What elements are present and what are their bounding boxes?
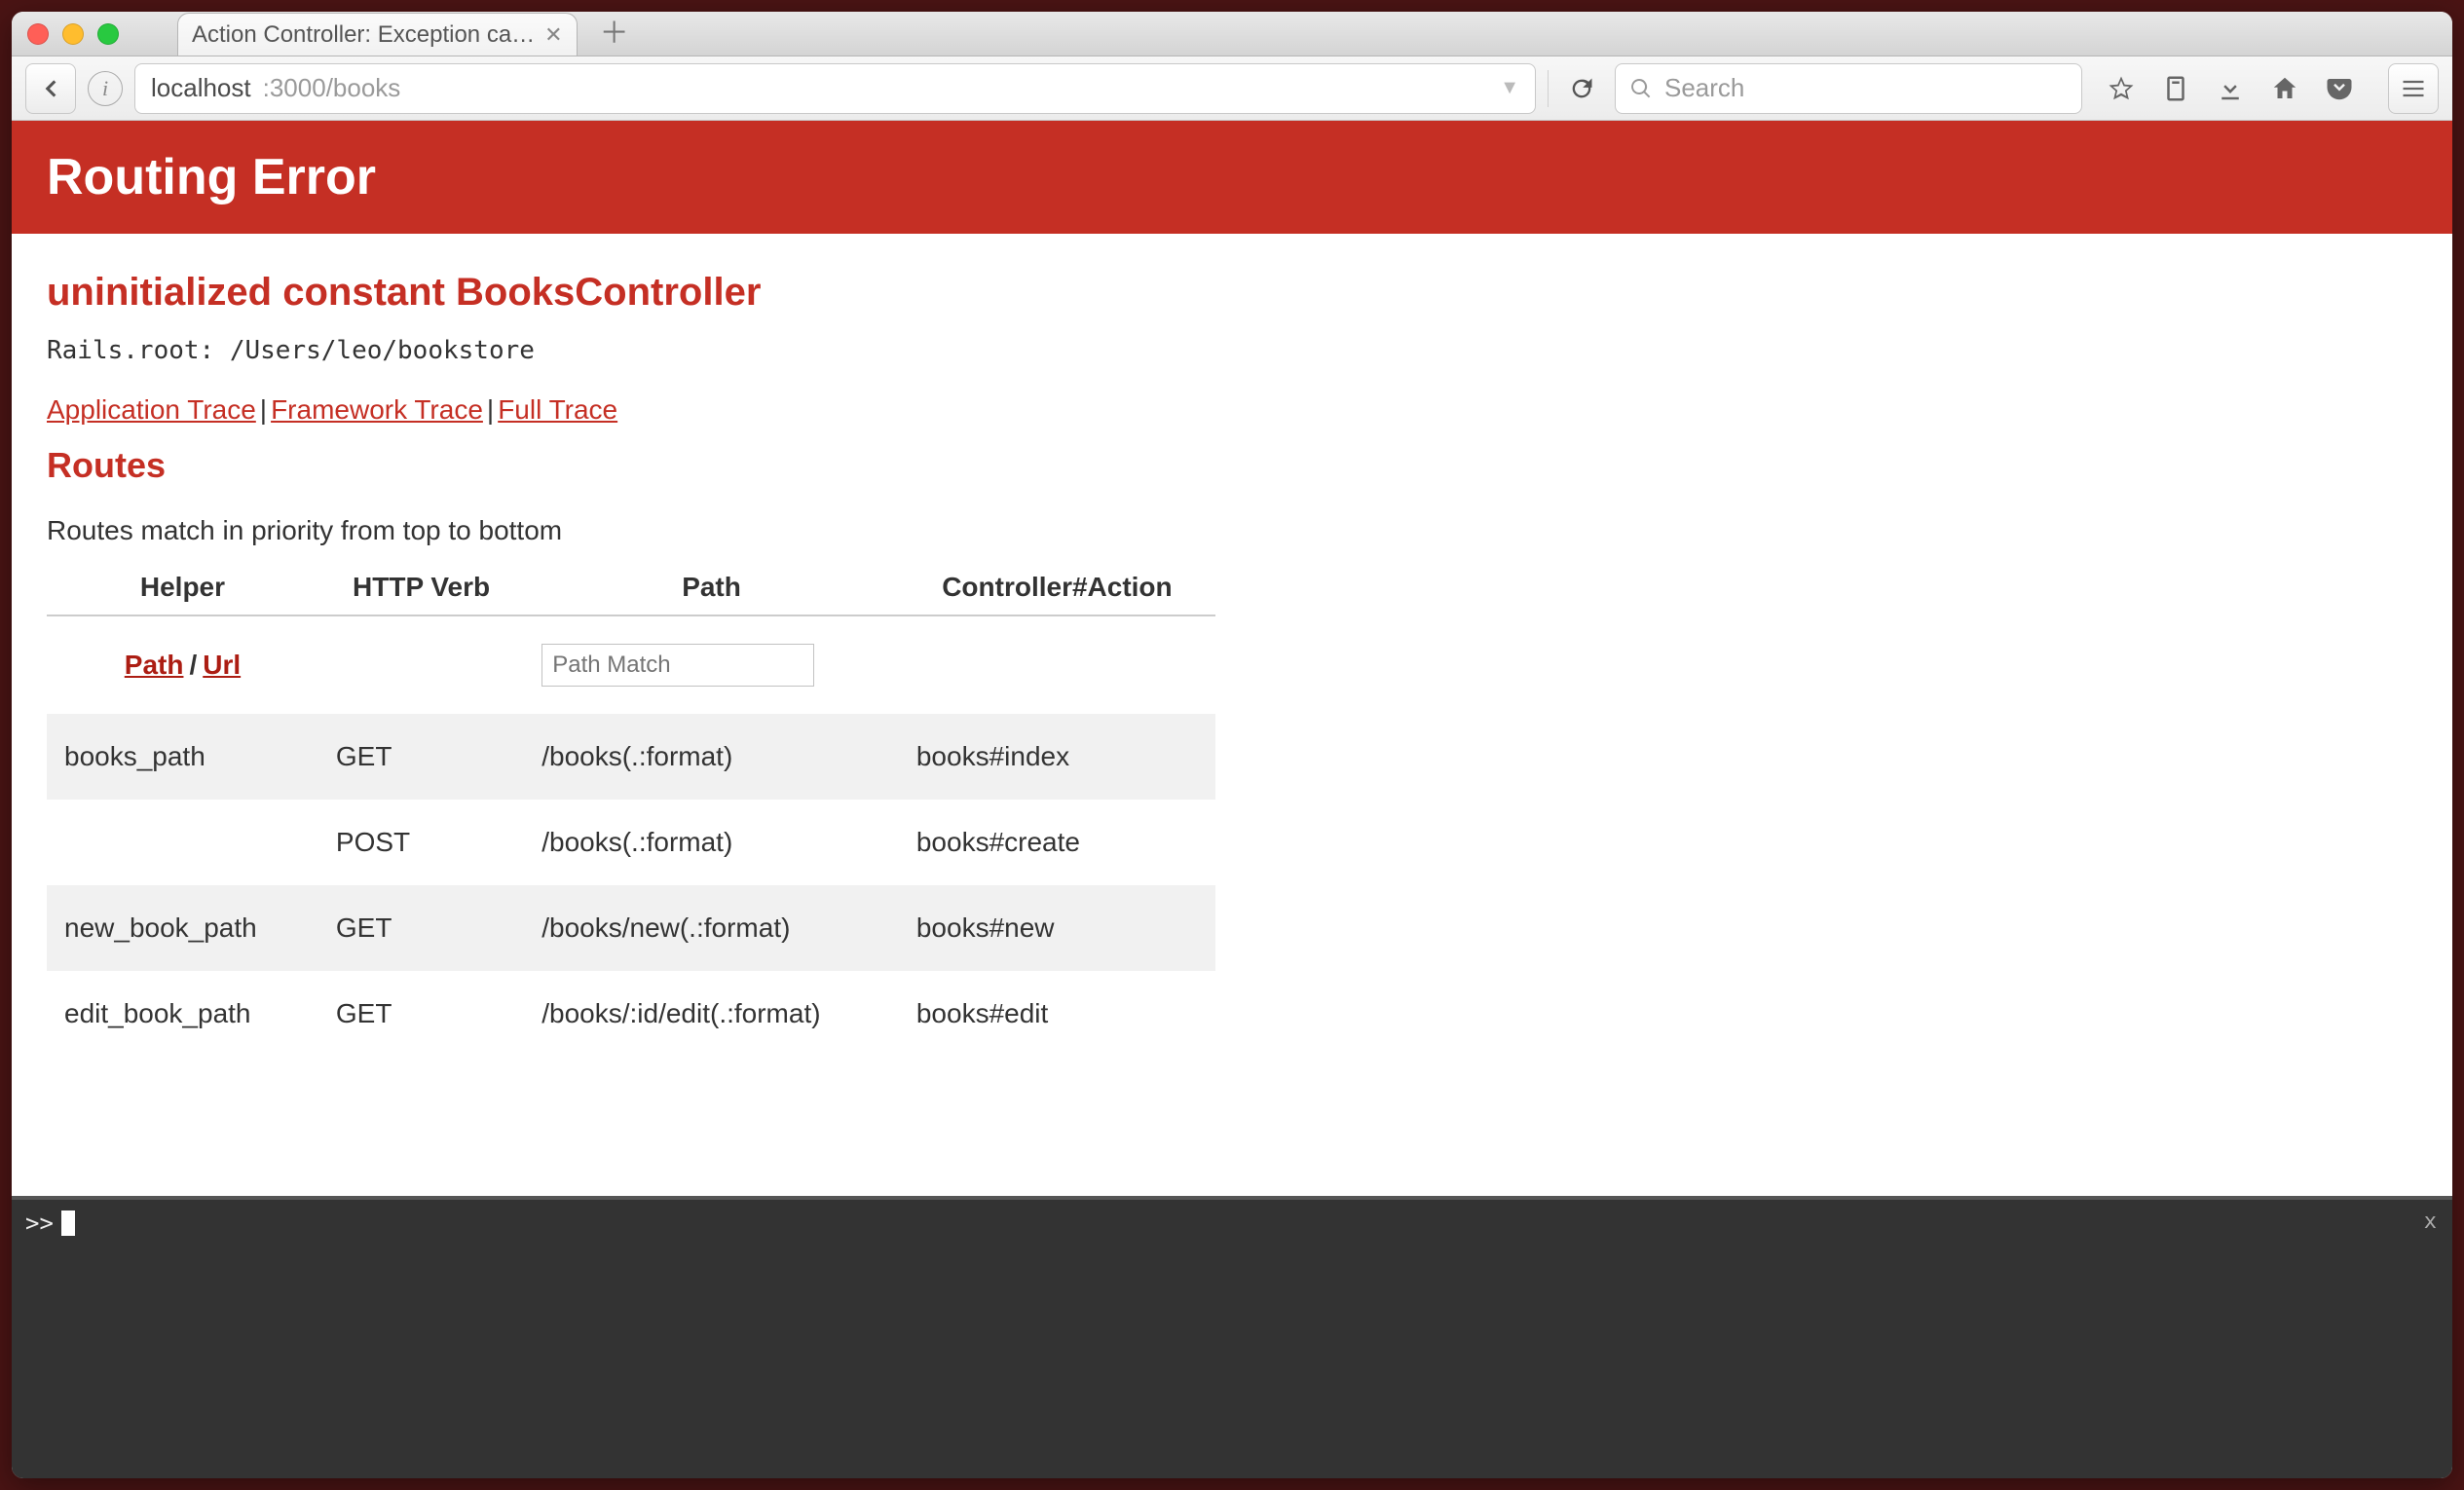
bookmark-star-icon[interactable] [2104,71,2139,106]
table-row: edit_book_path GET /books/:id/edit(.:for… [47,971,1215,1057]
verb-cell: GET [318,714,524,800]
trace-links: Application Trace|Framework Trace|Full T… [47,394,2417,426]
action-cell: books#new [899,885,1215,971]
framework-trace-link[interactable]: Framework Trace [271,394,483,425]
address-bar[interactable]: localhost :3000/books ▼ [134,63,1536,114]
helper-cell: books_path [47,714,318,800]
toolbar-icon-group [2094,71,2367,106]
reload-button[interactable] [1560,67,1603,110]
browser-window: Action Controller: Exception ca… ✕ ＋ i l… [12,12,2452,1478]
error-banner: Routing Error [12,121,2452,234]
url-toolbar: i localhost :3000/books ▼ Search [12,56,2452,121]
full-trace-link[interactable]: Full Trace [498,394,617,425]
close-tab-icon[interactable]: ✕ [544,22,562,48]
site-info-icon[interactable]: i [88,71,123,106]
error-message: uninitialized constant BooksController [47,271,2417,315]
action-cell: books#edit [899,971,1215,1057]
rails-root: Rails.root: /Users/leo/bookstore [47,336,2417,365]
separator: | [483,394,498,425]
tab-title: Action Controller: Exception ca… [192,21,535,49]
dropdown-icon[interactable]: ▼ [1500,77,1519,99]
table-header-row: Helper HTTP Verb Path Controller#Action [47,564,1215,615]
separator [1548,70,1549,107]
pocket-icon[interactable] [2322,71,2357,106]
helper-toggle: Path/Url [47,615,318,714]
downloads-icon[interactable] [2213,71,2248,106]
action-cell: books#index [899,714,1215,800]
console-prompt: >> [25,1210,54,1237]
helper-cell: new_book_path [47,885,318,971]
console-cursor [61,1211,75,1236]
new-tab-button[interactable]: ＋ [595,12,634,50]
path-cell: /books(.:format) [524,800,899,885]
search-input[interactable]: Search [1615,63,2082,114]
titlebar: Action Controller: Exception ca… ✕ ＋ [12,12,2452,56]
browser-tab[interactable]: Action Controller: Exception ca… ✕ [177,13,578,56]
routes-table: Helper HTTP Verb Path Controller#Action … [47,564,1215,1057]
action-cell: books#create [899,800,1215,885]
hamburger-menu-button[interactable] [2388,63,2439,114]
path-cell: /books/:id/edit(.:format) [524,971,899,1057]
path-cell: /books/new(.:format) [524,885,899,971]
table-row: new_book_path GET /books/new(.:format) b… [47,885,1215,971]
table-row: books_path GET /books(.:format) books#in… [47,714,1215,800]
clipboard-icon[interactable] [2158,71,2193,106]
back-button[interactable] [25,63,76,114]
col-helper: Helper [47,564,318,615]
maximize-icon[interactable] [97,23,119,45]
url-toggle-link[interactable]: Url [203,650,241,680]
close-icon[interactable] [27,23,49,45]
console-close-icon[interactable]: x [2424,1210,2437,1234]
hamburger-icon [2400,75,2427,102]
banner-title: Routing Error [47,148,2417,206]
home-icon[interactable] [2267,71,2302,106]
routes-note: Routes match in priority from top to bot… [47,515,2417,546]
page-content: uninitialized constant BooksController R… [12,234,2452,1196]
routes-heading: Routes [47,445,2417,486]
path-cell: /books(.:format) [524,714,899,800]
col-action: Controller#Action [899,564,1215,615]
path-filter-input[interactable] [541,644,814,687]
arrow-left-icon [38,76,63,101]
url-host: localhost [151,73,251,103]
minimize-icon[interactable] [62,23,84,45]
path-toggle-link[interactable]: Path [125,650,184,680]
window-controls [27,23,119,45]
verb-cell: GET [318,971,524,1057]
verb-cell: GET [318,885,524,971]
separator: | [256,394,271,425]
helper-cell: edit_book_path [47,971,318,1057]
verb-cell: POST [318,800,524,885]
web-console[interactable]: >> x [12,1196,2452,1478]
helper-cell [47,800,318,885]
console-prompt-line[interactable]: >> [12,1200,2452,1247]
application-trace-link[interactable]: Application Trace [47,394,256,425]
search-icon [1629,77,1653,100]
page: Routing Error uninitialized constant Boo… [12,121,2452,1478]
search-placeholder: Search [1664,73,1744,103]
reload-icon [1568,75,1595,102]
url-path: :3000/books [263,73,401,103]
col-verb: HTTP Verb [318,564,524,615]
table-row: POST /books(.:format) books#create [47,800,1215,885]
col-path: Path [524,564,899,615]
filter-row: Path/Url [47,615,1215,714]
